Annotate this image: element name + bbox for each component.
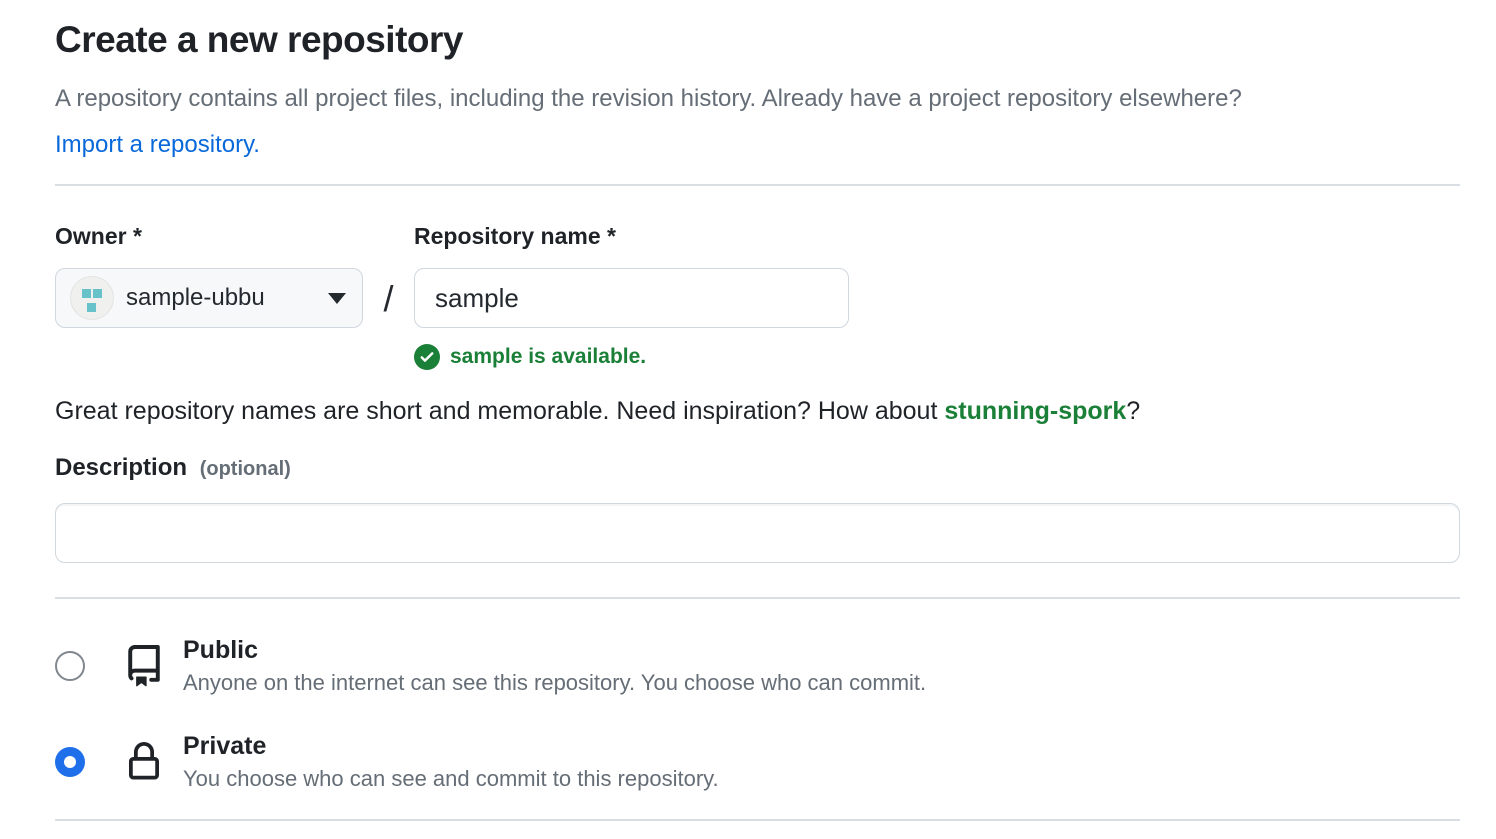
description-input[interactable] — [55, 503, 1460, 563]
description-label: Description — [55, 454, 187, 481]
name-hint: Great repository names are short and mem… — [55, 396, 1460, 426]
visibility-option-private[interactable]: Private You choose who can see and commi… — [55, 731, 1460, 793]
top-divider — [55, 184, 1460, 186]
private-option-description: You choose who can see and commit to thi… — [183, 765, 719, 793]
description-optional-label: (optional) — [200, 458, 291, 480]
check-circle-icon — [414, 344, 440, 370]
radio-public[interactable] — [55, 651, 85, 681]
repo-name-field: Repository name * sample is available. — [414, 222, 849, 370]
owner-avatar — [70, 276, 114, 320]
visibility-option-public[interactable]: Public Anyone on the internet can see th… — [55, 635, 1460, 697]
import-link-row: Import a repository. — [55, 128, 1460, 162]
private-option-title: Private — [183, 731, 719, 761]
owner-selected-value: sample-ubbu — [126, 284, 314, 312]
public-option-text: Public Anyone on the internet can see th… — [183, 635, 926, 697]
public-option-description: Anyone on the internet can see this repo… — [183, 669, 926, 697]
private-option-text: Private You choose who can see and commi… — [183, 731, 719, 793]
lock-icon — [121, 742, 167, 782]
hint-text-after: ? — [1126, 397, 1140, 425]
owner-repo-separator: / — [363, 222, 414, 320]
availability-message: sample is available. — [414, 344, 849, 370]
owner-label: Owner * — [55, 222, 363, 250]
repo-name-input[interactable] — [414, 268, 849, 328]
bottom-divider — [55, 819, 1460, 821]
triangle-down-icon — [328, 293, 346, 304]
repo-name-label: Repository name * — [414, 222, 849, 250]
mid-divider — [55, 597, 1460, 599]
hint-text-before: Great repository names are short and mem… — [55, 397, 944, 425]
public-option-title: Public — [183, 635, 926, 665]
import-repository-link[interactable]: Import a repository. — [55, 131, 260, 158]
suggestion-link[interactable]: stunning-spork — [944, 397, 1126, 425]
radio-private[interactable] — [55, 747, 85, 777]
availability-text: sample is available. — [450, 345, 646, 369]
repo-icon — [121, 645, 167, 687]
create-repository-page: Create a new repository A repository con… — [0, 0, 1496, 839]
page-title: Create a new repository — [55, 18, 1460, 62]
owner-select-button[interactable]: sample-ubbu — [55, 268, 363, 328]
description-label-row: Description (optional) — [55, 454, 1460, 483]
owner-field: Owner * sample-ubbu — [55, 222, 363, 328]
page-subtitle: A repository contains all project files,… — [55, 82, 1460, 116]
owner-repo-row: Owner * sample-ubbu / Repository name * … — [55, 222, 1460, 370]
